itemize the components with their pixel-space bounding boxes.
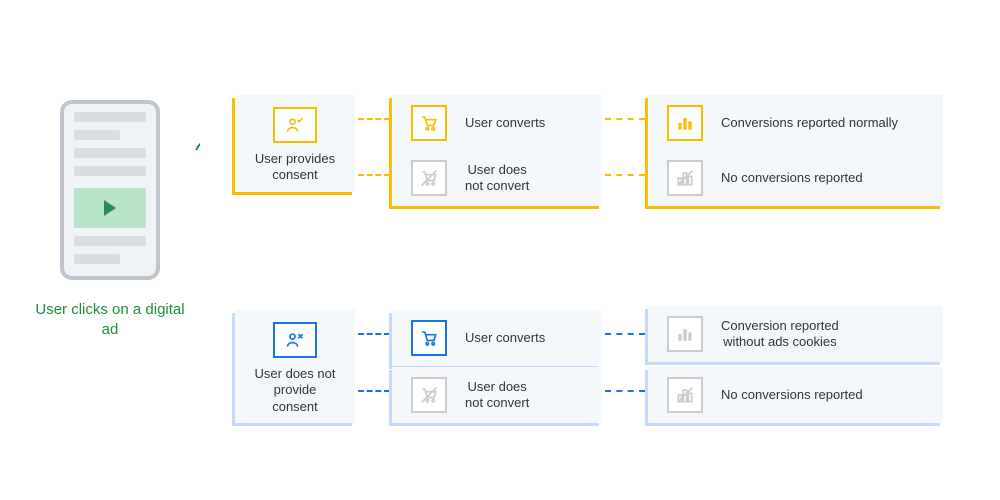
connector: [605, 333, 645, 335]
connector: [605, 118, 645, 120]
user-check-icon: [273, 107, 317, 143]
connector: [605, 390, 645, 392]
play-icon: [74, 188, 146, 228]
convert-no-label-top: User does not convert: [465, 162, 529, 195]
bar-chart-icon: [667, 105, 703, 141]
consent-yes-label: User provides consent: [251, 151, 339, 184]
convert-yes-label-bottom: User converts: [465, 330, 545, 346]
user-x-icon: [273, 322, 317, 358]
connector: [605, 174, 645, 176]
convert-no-card-bottom: User does not convert: [392, 367, 602, 423]
convert-no-label-bottom: User does not convert: [465, 379, 529, 412]
consent-yes-card: User provides consent: [235, 95, 355, 192]
shopping-cart-crossed-icon: [411, 160, 447, 196]
shopping-cart-icon: [411, 320, 447, 356]
outcome-none-label-top: No conversions reported: [721, 170, 863, 186]
outcome-no-cookies-label: Conversion reported without ads cookies: [721, 318, 839, 351]
start-caption: User clicks on a digital ad: [30, 300, 190, 339]
bar-chart-crossed-icon: [667, 377, 703, 413]
connector: [358, 390, 390, 392]
outcome-none-card-top: No conversions reported: [648, 150, 943, 206]
phone-device: [60, 100, 160, 280]
outcome-none-label-bottom: No conversions reported: [721, 387, 863, 403]
connector: [358, 118, 390, 120]
convert-yes-card: User converts: [392, 95, 602, 151]
brace-icon: [180, 130, 200, 150]
outcome-normal-label: Conversions reported normally: [721, 115, 898, 131]
connector: [358, 333, 390, 335]
convert-yes-card-bottom: User converts: [392, 310, 602, 366]
bar-chart-crossed-icon: [667, 160, 703, 196]
outcome-none-card-bottom: No conversions reported: [648, 367, 943, 423]
convert-no-card-top: User does not convert: [392, 150, 602, 206]
consent-no-label: User does not provide consent: [251, 366, 339, 415]
connector: [358, 174, 390, 176]
outcome-no-cookies-card: Conversion reported without ads cookies: [648, 306, 943, 362]
bar-chart-icon: [667, 316, 703, 352]
consent-no-card: User does not provide consent: [235, 310, 355, 423]
shopping-cart-icon: [411, 105, 447, 141]
shopping-cart-crossed-icon: [411, 377, 447, 413]
convert-yes-label: User converts: [465, 115, 545, 131]
outcome-normal-card: Conversions reported normally: [648, 95, 943, 151]
